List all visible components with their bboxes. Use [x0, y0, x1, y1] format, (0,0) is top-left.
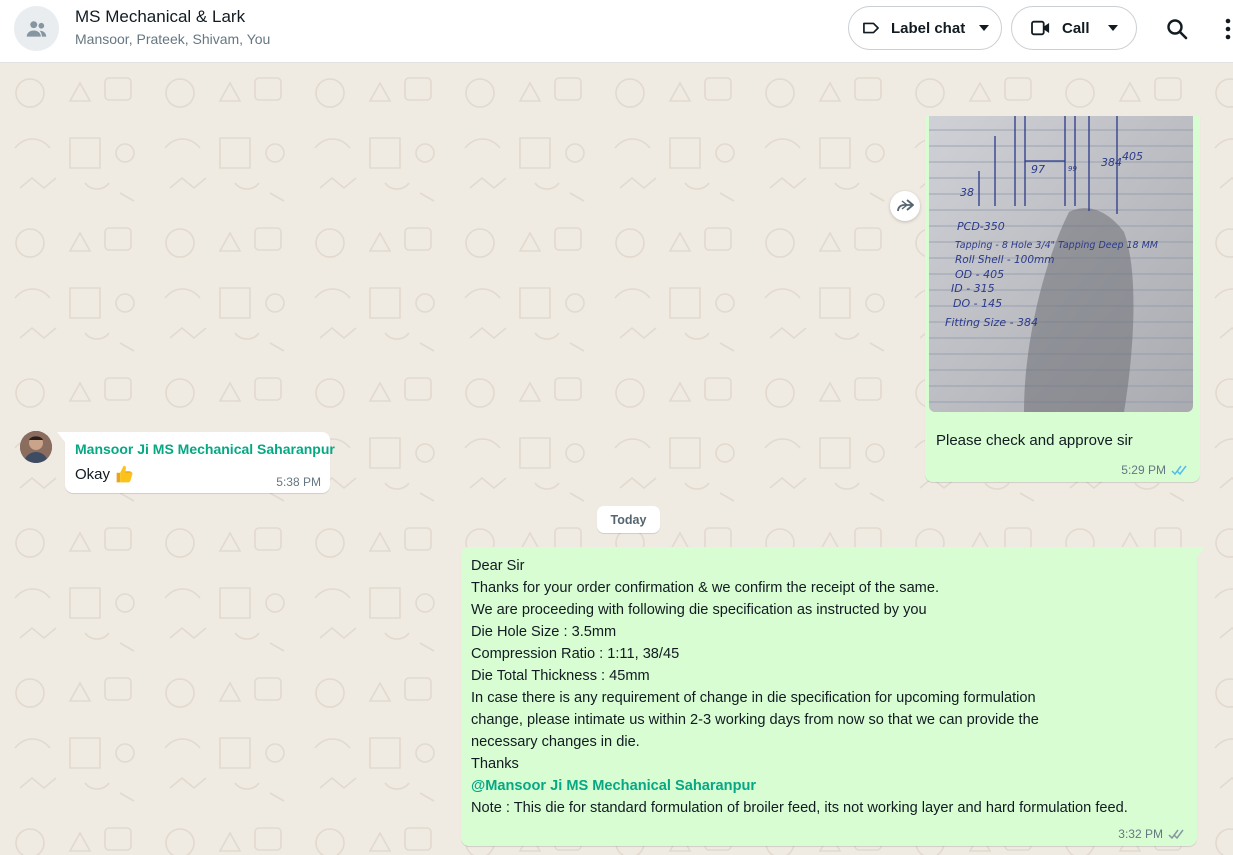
sender-name[interactable]: Mansoor Ji MS Mechanical Saharanpur	[75, 441, 335, 457]
dim-97: 97	[1031, 163, 1045, 176]
chat-title[interactable]: MS Mechanical & Lark	[75, 7, 245, 27]
date-separator: Today	[597, 506, 660, 533]
message-line: Thanks	[471, 756, 519, 772]
notebook-photo[interactable]: 97 384 405 38 99 PCD-350 Tapping - 8 Hol…	[929, 116, 1193, 412]
message-body: Okay	[75, 466, 111, 483]
search-icon[interactable]	[1162, 14, 1192, 44]
message-line: necessary changes in die.	[471, 734, 640, 750]
message-time: 5:38 PM	[276, 475, 321, 489]
group-icon	[24, 16, 50, 42]
more-vertical-icon[interactable]	[1220, 14, 1233, 44]
message-line: Compression Ratio : 1:11, 38/45	[471, 646, 680, 662]
forward-button[interactable]	[890, 191, 920, 221]
chat-members[interactable]: Mansoor, Prateek, Shivam, You	[75, 31, 270, 47]
group-avatar[interactable]	[14, 6, 59, 51]
sender-avatar[interactable]	[20, 431, 52, 463]
message-line: Die Total Thickness : 45mm	[471, 668, 650, 684]
message-text: Okay	[75, 464, 135, 485]
thumbs-up-icon	[114, 464, 135, 485]
image-caption: Please check and approve sir	[936, 432, 1133, 449]
note-line-od: OD - 405	[955, 268, 1004, 281]
message-time: 5:29 PM	[1121, 463, 1166, 477]
message-meta: 3:32 PM	[1118, 827, 1185, 841]
message-note: Note : This die for standard formulation…	[471, 800, 1128, 816]
delivered-ticks-icon	[1168, 829, 1185, 840]
dim-384: 384	[1101, 156, 1122, 169]
call-label: Call	[1062, 19, 1090, 37]
label-chat-button[interactable]: Label chat	[848, 6, 1002, 50]
call-button[interactable]: Call	[1011, 6, 1137, 50]
dim-405: 405	[1122, 150, 1143, 163]
video-icon	[1030, 19, 1052, 37]
image-message[interactable]: 97 384 405 38 99 PCD-350 Tapping - 8 Hol…	[925, 116, 1200, 482]
note-line-tapping: Tapping - 8 Hole 3/4" Tapping Deep 18 MM	[955, 240, 1158, 251]
message-body: Dear Sir Thanks for your order confirmat…	[471, 555, 1193, 819]
note-line-pcd: PCD-350	[957, 220, 1005, 233]
message-time: 3:32 PM	[1118, 827, 1163, 841]
incoming-message[interactable]: Mansoor Ji MS Mechanical Saharanpur Okay…	[57, 432, 335, 493]
outgoing-message[interactable]: Dear Sir Thanks for your order confirmat…	[461, 547, 1205, 846]
label-chat-label: Label chat	[891, 19, 966, 37]
dim-99: 99	[1068, 165, 1077, 173]
read-ticks-icon	[1171, 465, 1188, 476]
note-line-roll-shell: Roll Shell - 100mm	[955, 254, 1054, 266]
message-line: Dear Sir	[471, 558, 525, 574]
note-line-id: ID - 315	[951, 282, 995, 295]
label-icon	[861, 18, 881, 38]
message-line: Die Hole Size : 3.5mm	[471, 624, 617, 640]
chat-header: MS Mechanical & Lark Mansoor, Prateek, S…	[0, 0, 1233, 63]
note-line-do: DO - 145	[953, 297, 1002, 310]
message-line: In case there is any requirement of chan…	[471, 690, 1036, 706]
message-line: We are proceeding with following die spe…	[471, 602, 927, 618]
chevron-down-icon	[979, 25, 990, 31]
chevron-down-icon	[1107, 25, 1118, 31]
dim-38: 38	[960, 186, 974, 199]
chat-area[interactable]: 97 384 405 38 99 PCD-350 Tapping - 8 Hol…	[0, 63, 1233, 855]
note-line-fitting: Fitting Size - 384	[945, 316, 1038, 329]
message-meta: 5:29 PM	[1121, 463, 1188, 477]
forward-icon	[896, 199, 914, 213]
message-line: change, please intimate us within 2-3 wo…	[471, 712, 1039, 728]
message-line: Thanks for your order confirmation & we …	[471, 580, 940, 596]
mention-link[interactable]: @Mansoor Ji MS Mechanical Saharanpur	[471, 775, 1193, 797]
